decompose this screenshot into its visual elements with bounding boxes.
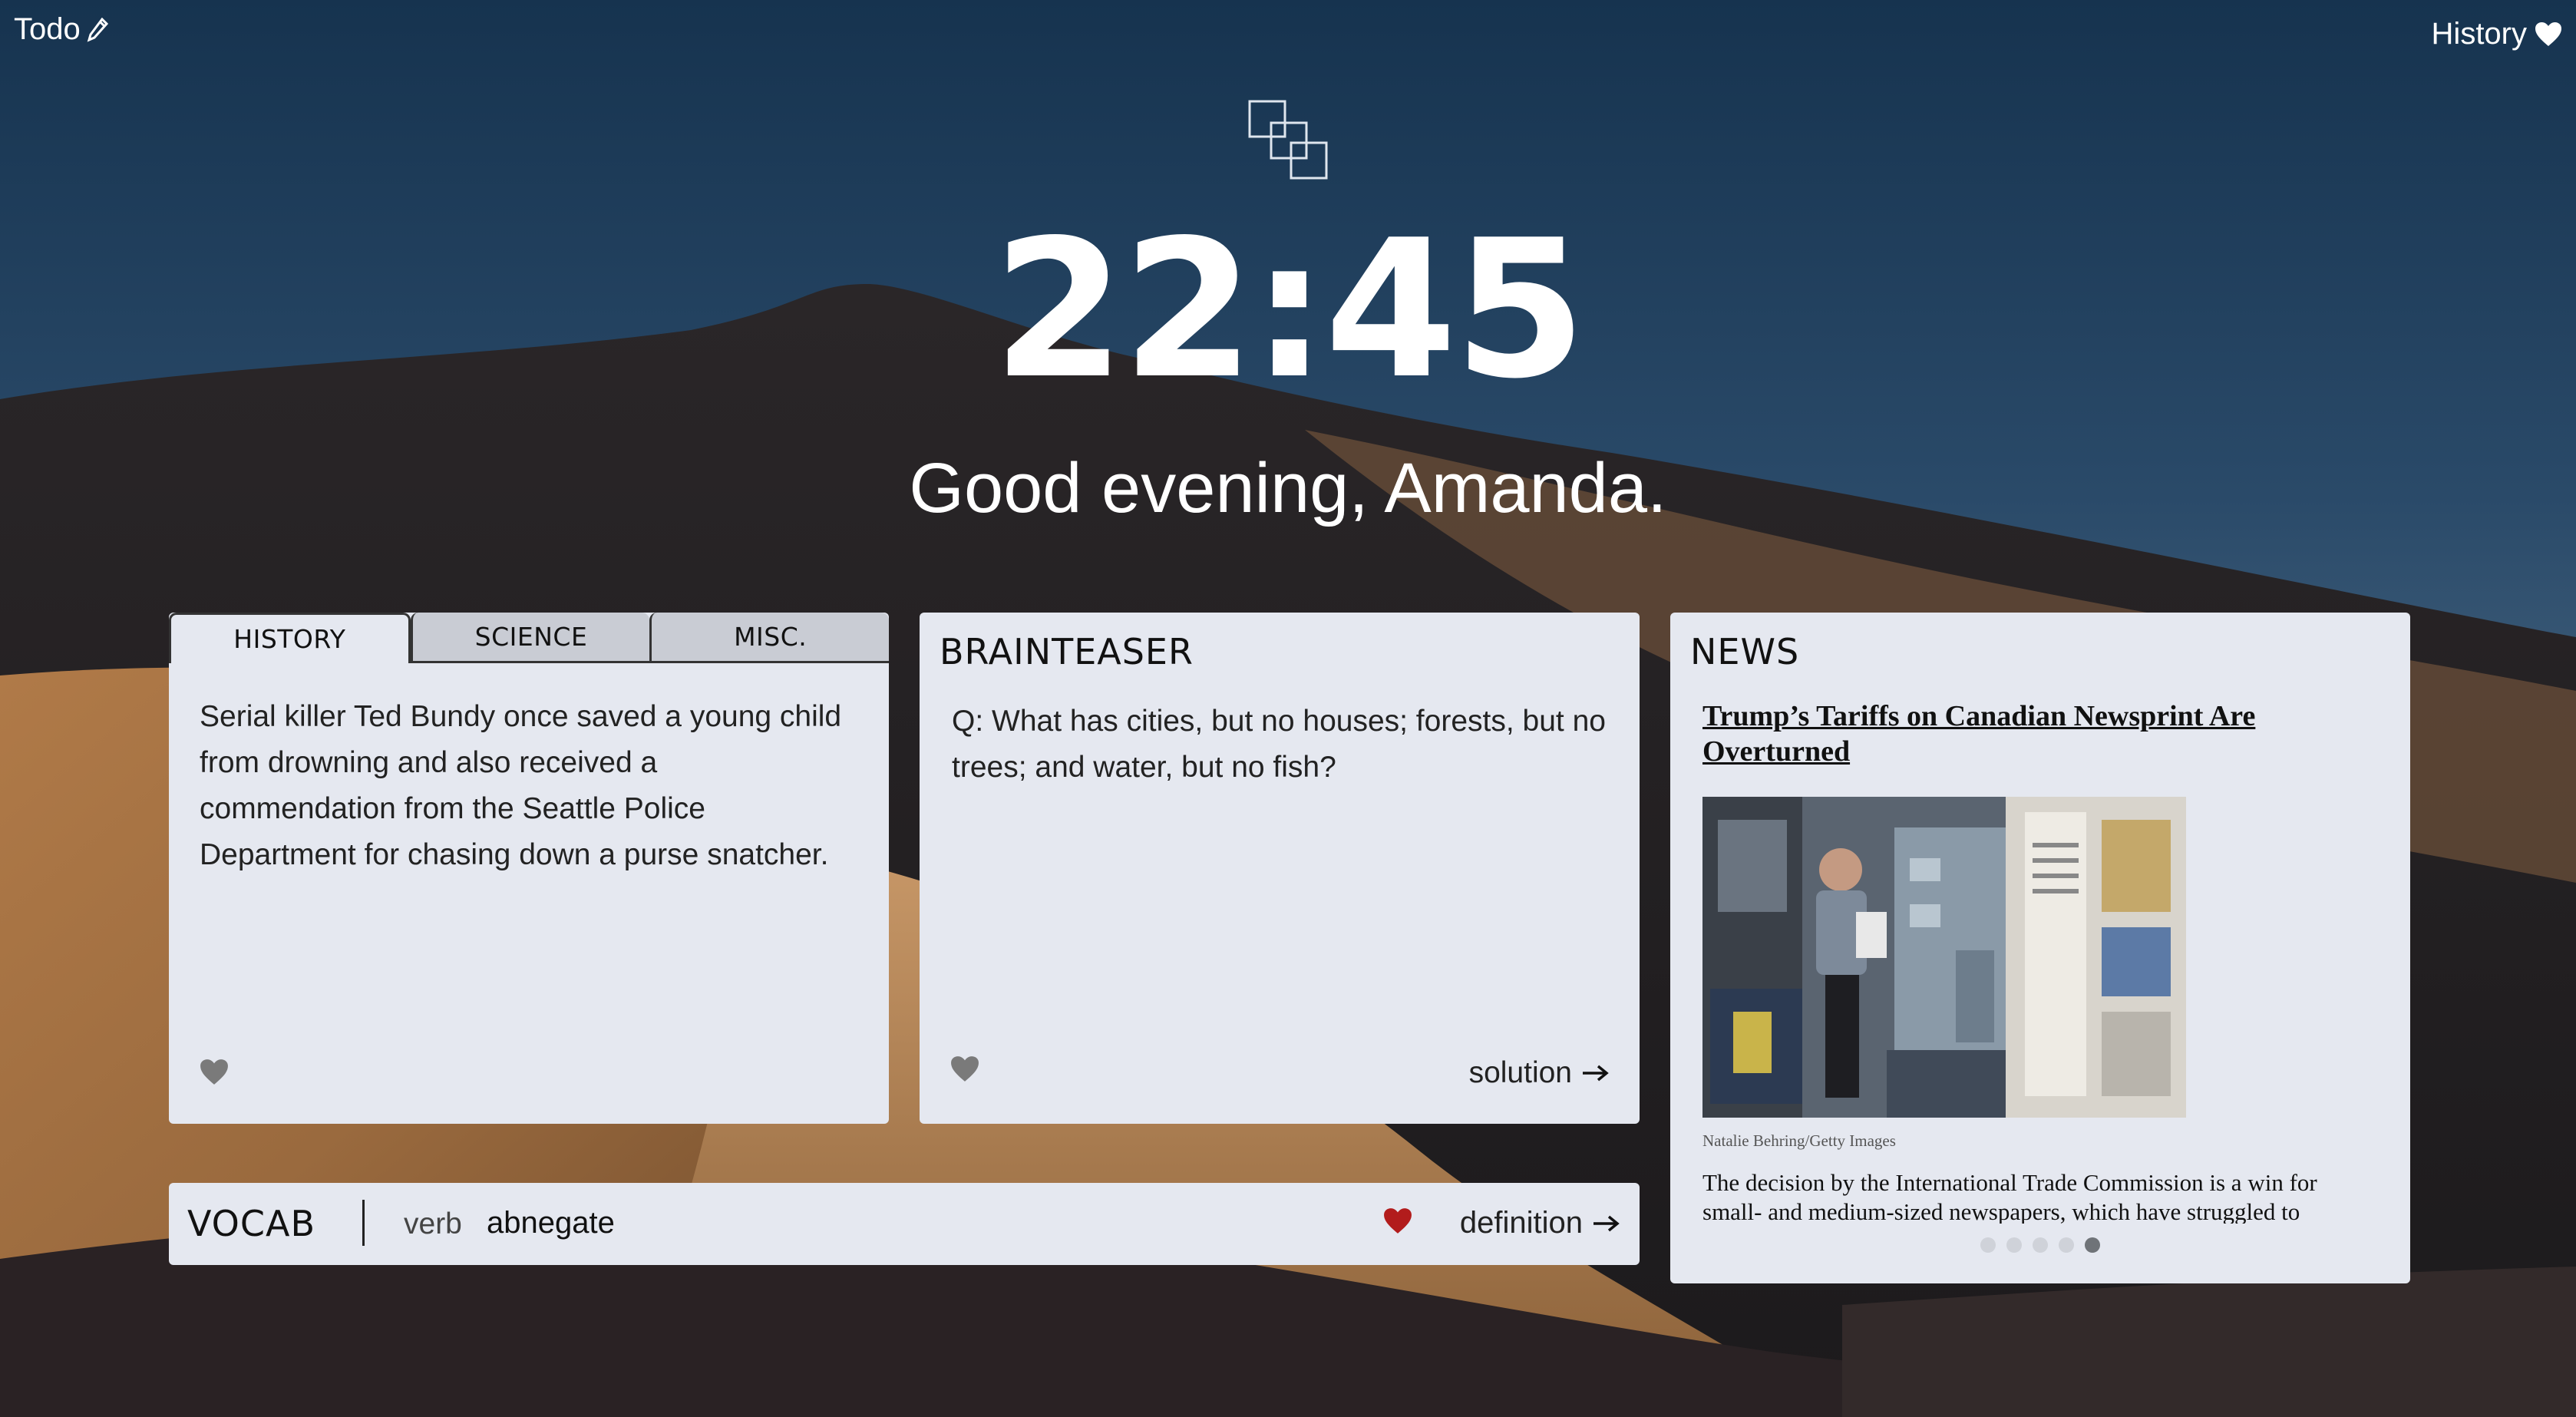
vocab-divider (362, 1200, 365, 1246)
news-photo[interactable] (1702, 797, 2186, 1118)
arrow-right-icon (1592, 1206, 1620, 1240)
facts-card: HISTORY SCIENCE MISC. Serial killer Ted … (169, 613, 889, 1124)
todo-label: Todo (14, 12, 81, 46)
news-card: NEWS Trump’s Tariffs on Canadian Newspri… (1670, 613, 2410, 1283)
heart-icon (2535, 21, 2562, 48)
clock-time: 22:45 (992, 200, 1586, 421)
stacked-squares-logo (1248, 100, 1333, 184)
news-dot-3[interactable] (2033, 1237, 2048, 1253)
arrow-right-icon (1581, 1056, 1609, 1090)
fact-text: Serial killer Ted Bundy once saved a you… (200, 700, 842, 871)
news-image-credit: Natalie Behring/Getty Images (1702, 1131, 1896, 1150)
news-summary: The decision by the International Trade … (1702, 1169, 2317, 1224)
news-dot-2[interactable] (2006, 1237, 2022, 1253)
news-dot-4[interactable] (2059, 1237, 2074, 1253)
vocab-card: VOCAB verb abnegate definition (169, 1183, 1640, 1265)
vocab-title: VOCAB (187, 1203, 316, 1244)
vocab-part-of-speech: verb (404, 1207, 462, 1240)
tab-science[interactable]: SCIENCE (410, 613, 650, 663)
definition-link[interactable]: definition (1460, 1206, 1620, 1240)
vocab-heart-icon[interactable] (1383, 1207, 1412, 1239)
solution-link[interactable]: solution (1469, 1056, 1609, 1090)
brainteaser-title: BRAINTEASER (940, 631, 1194, 672)
news-headline-link[interactable]: Trump’s Tariffs on Canadian Newsprint Ar… (1702, 699, 2332, 769)
history-link[interactable]: History (2432, 17, 2562, 51)
pencil-icon (87, 17, 108, 42)
brainteaser-heart-icon[interactable] (950, 1055, 979, 1087)
brainteaser-question: Q: What has cities, but no houses; fores… (952, 705, 1606, 784)
todo-link[interactable]: Todo (14, 12, 108, 47)
news-dot-5[interactable] (2085, 1237, 2100, 1253)
fact-heart-icon[interactable] (200, 1059, 229, 1090)
brainteaser-card: BRAINTEASER Q: What has cities, but no h… (920, 613, 1640, 1124)
greeting-text: Good evening, Amanda. (909, 449, 1667, 527)
history-label: History (2431, 17, 2527, 51)
tab-misc[interactable]: MISC. (649, 613, 889, 663)
tab-history[interactable]: HISTORY (169, 613, 411, 663)
vocab-word: abnegate (487, 1206, 615, 1240)
facts-tabs: HISTORY SCIENCE MISC. (169, 613, 889, 663)
definition-label: definition (1459, 1206, 1583, 1240)
news-pagination (1670, 1237, 2410, 1253)
news-title: NEWS (1690, 631, 1800, 672)
news-dot-1[interactable] (1980, 1237, 1996, 1253)
solution-label: solution (1468, 1056, 1572, 1089)
